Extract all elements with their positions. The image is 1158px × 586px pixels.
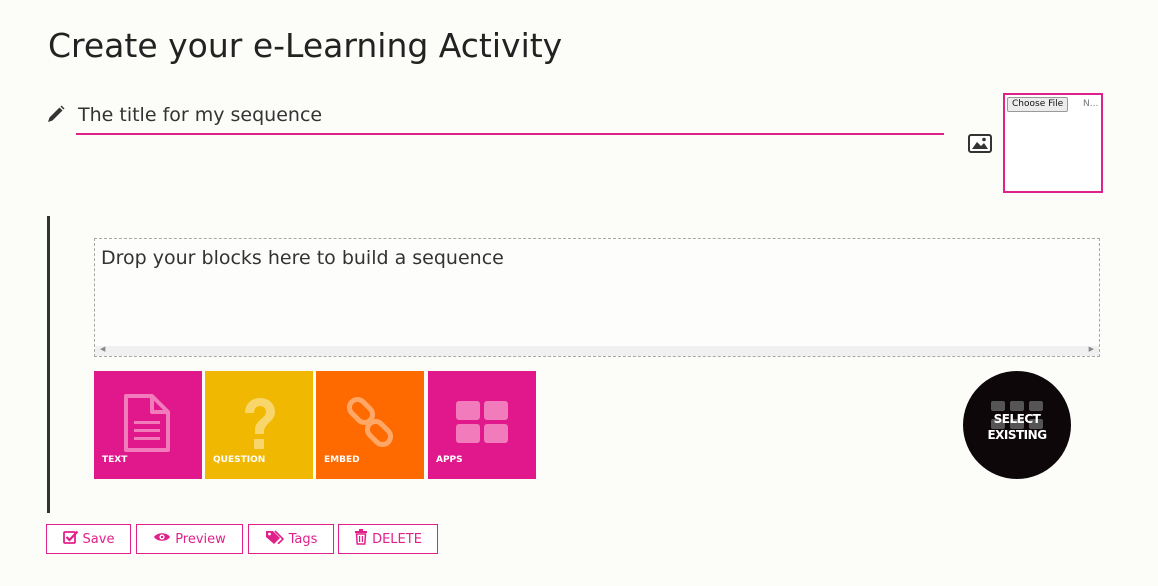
page-title: Create your e-Learning Activity (48, 26, 563, 65)
dropzone-scrollbar[interactable]: ◀ ▶ (95, 345, 1099, 356)
dropzone-text: Drop your blocks here to build a sequenc… (101, 247, 504, 269)
tags-button[interactable]: Tags (248, 524, 334, 554)
checkbox-icon (62, 530, 79, 548)
question-block-tile[interactable]: QUESTION (205, 371, 313, 479)
delete-button[interactable]: DELETE (338, 524, 438, 554)
scroll-left-icon[interactable]: ◀ (100, 345, 105, 353)
text-block-label: TEXT (102, 455, 128, 465)
eye-icon (153, 531, 171, 547)
embed-block-label: EMBED (324, 455, 360, 465)
select-existing-label: SELECT EXISTING (987, 412, 1047, 442)
block-dropzone[interactable]: Drop your blocks here to build a sequenc… (94, 238, 1100, 357)
preview-button[interactable]: Preview (136, 524, 243, 554)
image-icon[interactable] (968, 134, 992, 153)
tags-icon (265, 530, 285, 548)
choose-file-button[interactable]: Choose File (1007, 97, 1069, 112)
scroll-right-icon[interactable]: ▶ (1089, 345, 1094, 353)
file-upload-box[interactable]: Choose File N... (1003, 93, 1103, 193)
text-block-tile[interactable]: TEXT (94, 371, 202, 479)
apps-block-label: APPS (436, 455, 463, 465)
apps-block-tile[interactable]: APPS (428, 371, 536, 479)
embed-block-tile[interactable]: EMBED (316, 371, 424, 479)
file-status-text: N... (1083, 99, 1099, 109)
sequence-title-input[interactable] (76, 99, 944, 135)
save-button[interactable]: Save (46, 524, 131, 554)
trash-icon (354, 529, 368, 549)
sequence-divider (47, 216, 50, 513)
question-block-label: QUESTION (213, 455, 266, 465)
select-existing-button[interactable]: SELECT EXISTING (963, 371, 1071, 479)
pencil-icon (46, 104, 66, 124)
